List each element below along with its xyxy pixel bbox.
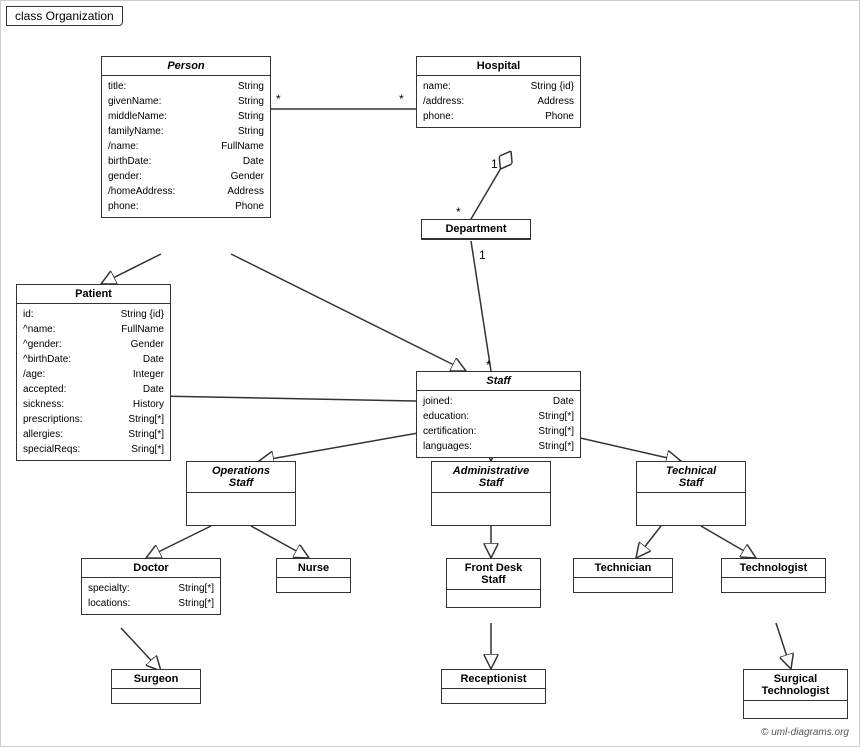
nurse-box: Nurse: [276, 558, 351, 593]
technician-box: Technician: [573, 558, 673, 593]
patient-attrs: id:String {id} ^name:FullName ^gender:Ge…: [17, 304, 170, 460]
administrative-staff-box: Administrative Staff: [431, 461, 551, 526]
diagram-title: class Organization: [6, 6, 123, 26]
staff-title: Staff: [417, 372, 580, 391]
technical-staff-title: Technical Staff: [637, 462, 745, 493]
front-desk-staff-title: Front Desk Staff: [447, 559, 540, 590]
front-desk-staff-box: Front Desk Staff: [446, 558, 541, 608]
doctor-box: Doctor specialty:String[*] locations:Str…: [81, 558, 221, 615]
svg-text:*: *: [456, 205, 461, 219]
svg-text:1: 1: [479, 248, 486, 262]
staff-attrs: joined:Date education:String[*] certific…: [417, 391, 580, 457]
receptionist-box: Receptionist: [441, 669, 546, 704]
surgical-technologist-box: Surgical Technologist: [743, 669, 848, 719]
svg-text:1: 1: [491, 157, 498, 171]
surgeon-title: Surgeon: [112, 670, 200, 689]
svg-text:*: *: [276, 92, 281, 106]
surgical-technologist-title: Surgical Technologist: [744, 670, 847, 701]
person-box: Person title:String givenName:String mid…: [101, 56, 271, 218]
department-title: Department: [422, 220, 530, 239]
hospital-title: Hospital: [417, 57, 580, 76]
copyright: © uml-diagrams.org: [761, 727, 849, 738]
hospital-box: Hospital name:String {id} /address:Addre…: [416, 56, 581, 128]
department-box: Department: [421, 219, 531, 240]
nurse-title: Nurse: [277, 559, 350, 578]
svg-text:*: *: [399, 92, 404, 106]
doctor-attrs: specialty:String[*] locations:String[*]: [82, 578, 220, 614]
receptionist-title: Receptionist: [442, 670, 545, 689]
technician-title: Technician: [574, 559, 672, 578]
technical-staff-box: Technical Staff: [636, 461, 746, 526]
patient-title: Patient: [17, 285, 170, 304]
operations-staff-title: Operations Staff: [187, 462, 295, 493]
operations-staff-box: Operations Staff: [186, 461, 296, 526]
administrative-staff-title: Administrative Staff: [432, 462, 550, 493]
hospital-attrs: name:String {id} /address:Address phone:…: [417, 76, 580, 127]
technologist-title: Technologist: [722, 559, 825, 578]
surgeon-box: Surgeon: [111, 669, 201, 704]
svg-text:*: *: [486, 358, 491, 372]
technologist-box: Technologist: [721, 558, 826, 593]
doctor-title: Doctor: [82, 559, 220, 578]
diagram-container: class Organization * * 1 *: [0, 0, 860, 747]
person-attrs: title:String givenName:String middleName…: [102, 76, 270, 217]
patient-box: Patient id:String {id} ^name:FullName ^g…: [16, 284, 171, 461]
staff-box: Staff joined:Date education:String[*] ce…: [416, 371, 581, 458]
person-title: Person: [102, 57, 270, 76]
